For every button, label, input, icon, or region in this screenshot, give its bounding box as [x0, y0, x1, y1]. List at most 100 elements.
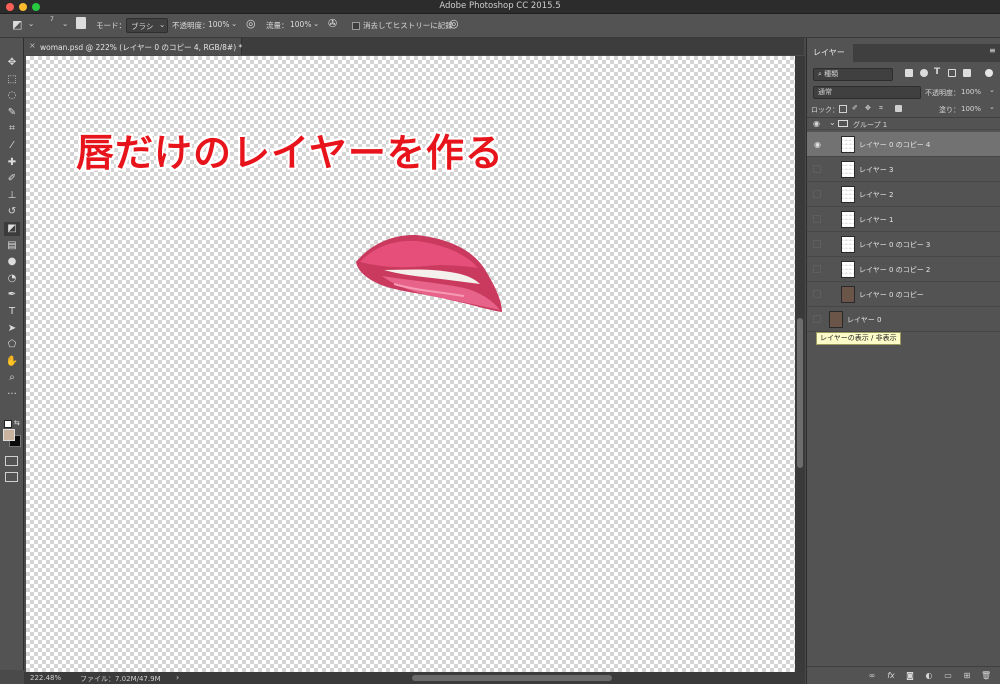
visibility-toggle[interactable] — [813, 315, 821, 323]
layer-row[interactable]: レイヤー 2 — [807, 182, 1000, 207]
layer-thumbnail[interactable] — [841, 136, 855, 153]
history-brush-tool-icon[interactable]: ↺ — [4, 205, 20, 219]
type-tool-icon[interactable]: T — [4, 305, 20, 319]
healing-tool-icon[interactable]: ✚ — [4, 156, 20, 170]
brush-panel-icon[interactable] — [76, 17, 86, 29]
eraser-tool-icon[interactable]: ◩ — [4, 222, 20, 236]
dodge-tool-icon[interactable]: ◔ — [4, 272, 20, 286]
zoom-level[interactable]: 222.48% — [30, 674, 61, 682]
filter-toggle-icon[interactable] — [985, 69, 993, 77]
chevron-down-icon[interactable]: ⌄ — [989, 86, 995, 94]
default-colors-icon[interactable] — [4, 420, 12, 428]
opacity-value[interactable]: 100% — [208, 20, 229, 29]
brush-tool-icon[interactable]: ✐ — [4, 172, 20, 186]
blend-mode-select[interactable]: 通常 — [813, 86, 921, 99]
shape-filter-icon[interactable] — [948, 69, 956, 77]
chevron-down-icon[interactable]: ⌄ — [989, 103, 995, 111]
pressure-opacity-icon[interactable]: ◎ — [246, 17, 256, 30]
layer-thumbnail[interactable] — [841, 211, 855, 228]
chevron-down-icon[interactable]: ⌄ — [231, 19, 237, 28]
visibility-toggle[interactable] — [813, 265, 821, 273]
tab-layers[interactable]: レイヤー — [807, 44, 853, 62]
brush-size[interactable]: 7 — [50, 16, 54, 23]
layer-row[interactable]: レイヤー 0 のコピー 3 — [807, 232, 1000, 257]
crop-tool-icon[interactable]: ⌗ — [4, 122, 20, 136]
fx-icon[interactable]: fx — [886, 671, 896, 681]
mode-select[interactable]: ブラシ ⌄ — [126, 18, 168, 33]
gradient-tool-icon[interactable]: ▤ — [4, 239, 20, 253]
visibility-toggle[interactable] — [813, 215, 821, 223]
smart-object-filter-icon[interactable] — [963, 69, 971, 77]
adjustment-filter-icon[interactable] — [920, 69, 928, 77]
history-checkbox[interactable] — [352, 22, 360, 30]
layer-thumbnail[interactable] — [841, 286, 855, 303]
pixel-filter-icon[interactable] — [905, 69, 913, 77]
quick-select-tool-icon[interactable]: ✎ — [4, 106, 20, 120]
visibility-toggle[interactable] — [813, 165, 821, 173]
eraser-preset-icon[interactable]: ◩ — [12, 18, 22, 31]
chevron-down-icon[interactable]: ⌄ — [28, 19, 34, 28]
new-group-icon[interactable]: ▭ — [943, 671, 953, 681]
eyedropper-tool-icon[interactable]: ⁄ — [4, 139, 20, 153]
quick-mask-icon[interactable] — [5, 456, 18, 466]
layer-row[interactable]: レイヤー 1 — [807, 207, 1000, 232]
chevron-down-icon[interactable]: ⌄ — [313, 19, 319, 28]
move-tool-icon[interactable]: ✥ — [4, 56, 20, 70]
layer-thumbnail[interactable] — [841, 161, 855, 178]
marquee-tool-icon[interactable]: ⬚ — [4, 73, 20, 87]
layer-thumbnail[interactable] — [841, 236, 855, 253]
path-select-tool-icon[interactable]: ➤ — [4, 322, 20, 336]
layer-row[interactable]: レイヤー 0 のコピー 2 — [807, 257, 1000, 282]
eye-icon[interactable]: ◉ — [813, 140, 822, 149]
vertical-scroll-thumb[interactable] — [797, 318, 803, 468]
more-tools-icon[interactable]: ··· — [4, 388, 20, 402]
swap-colors-icon[interactable]: ⇆ — [14, 419, 20, 427]
fill-value[interactable]: 100% — [961, 105, 981, 113]
visibility-toggle[interactable] — [813, 240, 821, 248]
close-tab-icon[interactable]: × — [29, 41, 36, 50]
hand-tool-icon[interactable]: ✋ — [4, 355, 20, 369]
layer-row[interactable]: ◉ レイヤー 0 のコピー 4 — [807, 132, 1000, 157]
chevron-down-icon[interactable]: ⌄ — [829, 118, 836, 127]
type-filter-icon[interactable]: T — [934, 67, 940, 77]
new-layer-icon[interactable]: ⊞ — [962, 671, 972, 681]
lasso-tool-icon[interactable]: ◌ — [4, 89, 20, 103]
link-layers-icon[interactable]: ∞ — [867, 671, 877, 681]
foreground-color-swatch[interactable] — [3, 429, 15, 441]
lock-transparent-icon[interactable] — [839, 105, 847, 113]
shape-tool-icon[interactable]: ⬠ — [4, 338, 20, 352]
layer-filter-select[interactable]: ⌕ 種類 — [813, 68, 893, 81]
chevron-down-icon[interactable]: ⌄ — [62, 19, 68, 28]
layer-row[interactable]: レイヤー 0 のコピー — [807, 282, 1000, 307]
layer-row[interactable]: レイヤー 0 — [807, 307, 1000, 332]
screen-mode-icon[interactable] — [5, 472, 18, 482]
panel-menu-icon[interactable]: ≡ — [989, 46, 996, 55]
stamp-tool-icon[interactable]: ⊥ — [4, 189, 20, 203]
status-menu-arrow[interactable]: › — [176, 673, 179, 682]
lock-image-icon[interactable]: ✐ — [852, 104, 858, 112]
zoom-tool-icon[interactable]: ⌕ — [4, 371, 20, 385]
document-canvas[interactable]: 唇だけのレイヤーを作る — [26, 56, 795, 672]
flow-value[interactable]: 100% — [290, 20, 311, 29]
layer-thumbnail[interactable] — [841, 186, 855, 203]
lock-all-icon[interactable] — [895, 105, 902, 112]
airbrush-icon[interactable]: ✇ — [328, 17, 337, 30]
layer-group-row[interactable]: ◉ ⌄ グループ 1 — [807, 118, 1000, 130]
add-mask-icon[interactable]: ◙ — [905, 671, 915, 681]
pressure-size-icon[interactable]: ◎ — [449, 17, 459, 30]
lock-position-icon[interactable]: ✥ — [865, 104, 871, 112]
layer-row[interactable]: レイヤー 3 — [807, 157, 1000, 182]
layer-thumbnail[interactable] — [841, 261, 855, 278]
eye-icon[interactable]: ◉ — [813, 119, 820, 128]
horizontal-scroll-thumb[interactable] — [412, 675, 612, 681]
blur-tool-icon[interactable]: ● — [4, 255, 20, 269]
visibility-toggle[interactable] — [813, 290, 821, 298]
pen-tool-icon[interactable]: ✒ — [4, 288, 20, 302]
vertical-scrollbar[interactable] — [795, 56, 805, 672]
layer-opacity-value[interactable]: 100% — [961, 88, 981, 96]
lock-artboard-icon[interactable]: ⌗ — [879, 104, 883, 113]
layer-thumbnail[interactable] — [829, 311, 843, 328]
trash-icon[interactable]: 🗑 — [981, 671, 991, 681]
document-tab[interactable]: × woman.psd @ 222% (レイヤー 0 のコピー 4, RGB/8… — [24, 38, 242, 55]
visibility-toggle[interactable] — [813, 190, 821, 198]
